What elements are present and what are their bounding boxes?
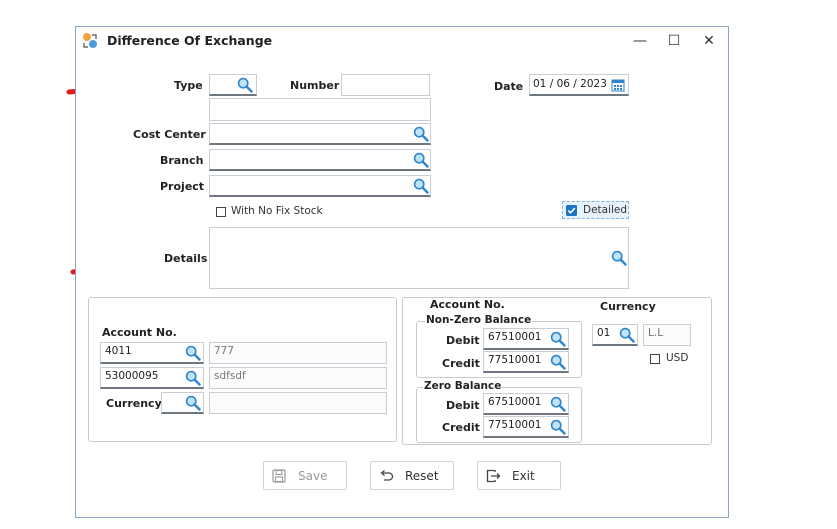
cost-center-label: Cost Center (133, 128, 206, 141)
account-code-field[interactable]: 4011 (100, 342, 204, 364)
search-icon[interactable] (185, 370, 201, 386)
no-fix-stock-checkbox[interactable] (216, 207, 226, 217)
save-icon (272, 469, 286, 483)
non-zero-balance-title: Non-Zero Balance (425, 314, 533, 326)
credit-label: Credit (442, 357, 480, 370)
currency-name-field: L.L (643, 324, 691, 346)
currency-name-value: L.L (648, 327, 664, 339)
project-field[interactable] (209, 175, 431, 197)
usd-checkbox[interactable] (650, 354, 660, 364)
zero-balance-title: Zero Balance (423, 380, 503, 392)
credit-value: 77510001 (488, 354, 542, 366)
debit-label: Debit (446, 334, 480, 347)
non-zero-balance-group: Non-Zero Balance Debit 67510001 Credit 7… (416, 314, 582, 378)
search-icon[interactable] (550, 331, 566, 347)
branch-field[interactable] (209, 149, 431, 171)
maximize-button[interactable]: ☐ (663, 31, 685, 51)
detailed-label: Detailed (583, 204, 628, 216)
checkmark-icon (566, 205, 577, 216)
date-picker[interactable]: 01 / 06 / 2023 (529, 74, 629, 96)
account-no-label: Account No. (102, 326, 177, 339)
search-icon[interactable] (185, 345, 201, 361)
account-name-field: 777 (209, 342, 387, 364)
minimize-button[interactable]: — (629, 31, 651, 51)
reset-button-label: Reset (405, 469, 439, 483)
credit-label: Credit (442, 421, 480, 434)
app-icon (83, 33, 97, 48)
title-bar[interactable]: Difference Of Exchange — ☐ ✕ (76, 27, 728, 55)
details-textarea[interactable] (209, 227, 629, 289)
no-fix-stock-label: With No Fix Stock (231, 205, 323, 217)
credit-value: 77510001 (488, 419, 542, 431)
currency-label: Currency (600, 300, 656, 313)
non-zero-debit-field[interactable]: 67510001 (483, 328, 569, 350)
project-label: Project (160, 180, 205, 193)
account-code-value: 53000095 (105, 370, 159, 382)
search-icon[interactable] (237, 77, 253, 93)
debit-value: 67510001 (488, 396, 542, 408)
right-account-panel: Account No. Currency Non-Zero Balance De… (402, 297, 712, 445)
currency-label: Currency (106, 397, 162, 410)
left-account-panel: Account No. 4011 777 53000095 sdfsdf Cur… (88, 297, 397, 442)
currency-code-value: 01 (597, 327, 611, 339)
currency-code-field[interactable] (161, 392, 204, 414)
branch-label: Branch (160, 154, 204, 167)
search-icon[interactable] (611, 250, 627, 266)
zero-balance-group: Zero Balance Debit 67510001 Credit 77510… (416, 380, 582, 443)
search-icon[interactable] (550, 354, 566, 370)
account-code-value: 4011 (105, 345, 132, 357)
account-name-value: sdfsdf (214, 370, 246, 382)
save-button-label: Save (298, 469, 328, 483)
close-button[interactable]: ✕ (698, 31, 720, 51)
exit-button-label: Exit (512, 469, 535, 483)
account-name-field: sdfsdf (209, 367, 387, 389)
calendar-icon[interactable] (611, 78, 625, 92)
details-label: Details (164, 252, 208, 265)
description-input[interactable] (209, 98, 431, 121)
window-title: Difference Of Exchange (107, 33, 273, 48)
cost-center-field[interactable] (209, 123, 431, 145)
date-value: 01 / 06 / 2023 (533, 78, 607, 90)
usd-label: USD (666, 352, 689, 364)
zero-credit-field[interactable]: 77510001 (483, 416, 569, 438)
debit-label: Debit (446, 399, 480, 412)
date-label: Date (494, 80, 524, 93)
account-code-field[interactable]: 53000095 (100, 367, 204, 389)
non-zero-credit-field[interactable]: 77510001 (483, 351, 569, 373)
search-icon[interactable] (619, 327, 635, 343)
account-no-label: Account No. (430, 298, 505, 311)
currency-name-field (209, 392, 387, 414)
exit-icon (486, 469, 501, 483)
number-input[interactable] (341, 74, 430, 96)
search-icon[interactable] (550, 396, 566, 412)
search-icon[interactable] (413, 126, 429, 142)
search-icon[interactable] (550, 419, 566, 435)
detailed-checkbox[interactable]: Detailed (562, 201, 629, 219)
dialog-window: Difference Of Exchange — ☐ ✕ Type Number… (75, 26, 729, 518)
zero-debit-field[interactable]: 67510001 (483, 393, 569, 415)
search-icon[interactable] (413, 152, 429, 168)
exit-button[interactable]: Exit (477, 461, 561, 490)
undo-icon (380, 470, 394, 481)
debit-value: 67510001 (488, 331, 542, 343)
search-icon[interactable] (413, 178, 429, 194)
type-field[interactable] (209, 74, 257, 96)
account-name-value: 777 (214, 345, 235, 357)
currency-code-field[interactable]: 01 (592, 324, 638, 346)
search-icon[interactable] (185, 395, 201, 411)
number-label: Number (290, 79, 340, 92)
save-button[interactable]: Save (263, 461, 347, 490)
reset-button[interactable]: Reset (370, 461, 454, 490)
type-label: Type (174, 79, 203, 92)
